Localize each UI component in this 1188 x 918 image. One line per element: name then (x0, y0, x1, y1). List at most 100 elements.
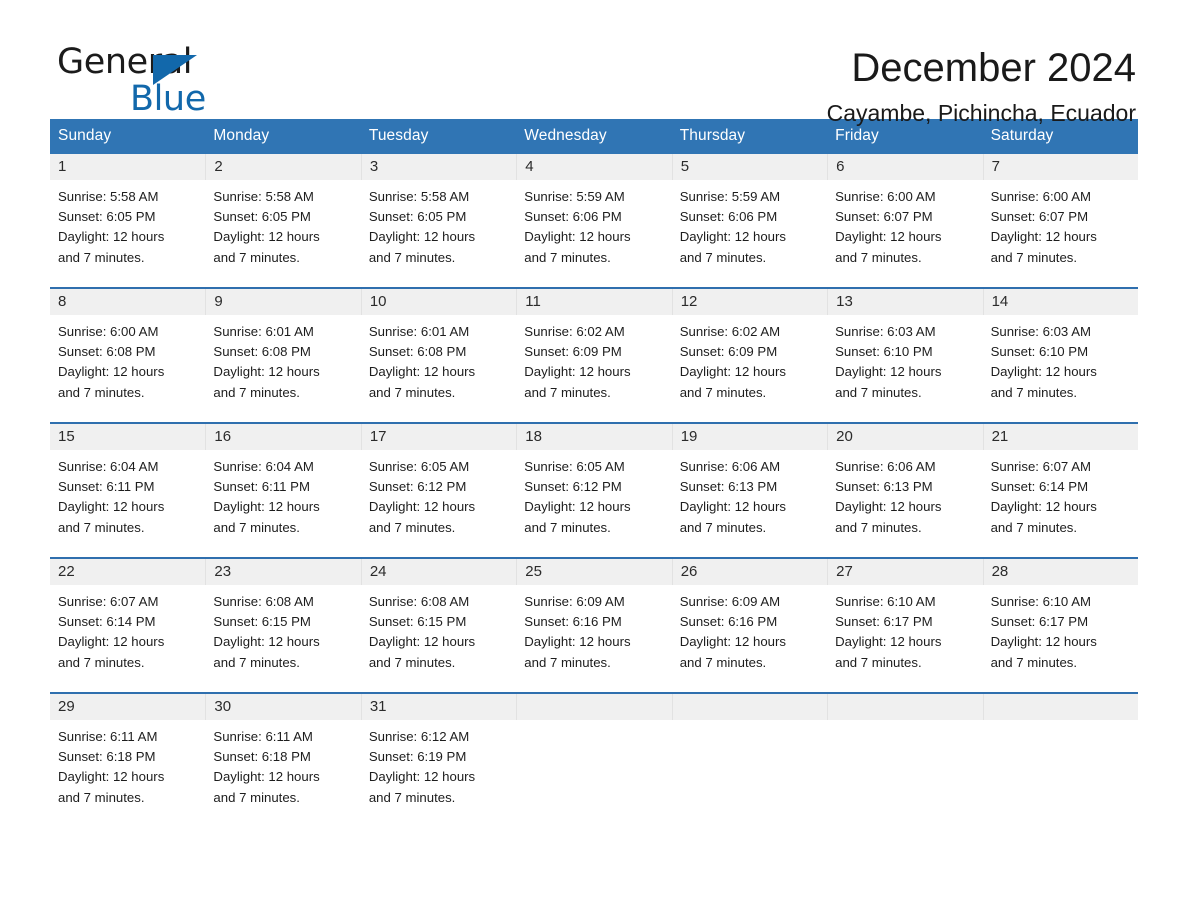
daylight-duration-line2: and 7 minutes. (368, 384, 456, 400)
day-detail-lines: Sunrise: 6:06 AM Sunset: 6:13 PM Daylight:… (827, 450, 982, 538)
calendar-day-cell[interactable]: 2 Sunrise: 5:58 AM Sunset: 6:05 PM Daylight… (205, 154, 361, 287)
day-number: 30 (214, 698, 232, 715)
sunset-time: Sunset: 6:15 PM (213, 614, 311, 630)
calendar-day-cell[interactable]: 6 Sunrise: 6:00 AM Sunset: 6:07 PM Daylight… (827, 154, 983, 287)
day-detail-lines: Sunrise: 5:59 AM Sunset: 6:06 PM Daylight:… (516, 180, 671, 268)
day-detail-lines (516, 720, 671, 727)
day-number-band (671, 694, 828, 720)
calendar-day-cell[interactable]: 27 Sunrise: 6:10 AM Sunset: 6:17 PM Dayligh… (827, 559, 983, 692)
daylight-duration-line2: and 7 minutes. (213, 249, 300, 265)
day-number-band: 10 (360, 289, 517, 315)
daylight-duration-line1: Daylight: 12 hours (679, 499, 786, 515)
calendar-day-cell[interactable]: 20 Sunrise: 6:06 AM Sunset: 6:13 PM Dayligh… (827, 424, 983, 557)
day-detail-lines: Sunrise: 6:00 AM Sunset: 6:07 PM Daylight:… (827, 180, 982, 268)
day-number-band: 23 (205, 559, 361, 585)
sunset-time: Sunset: 6:08 PM (58, 344, 156, 360)
sunrise-time: Sunrise: 6:05 AM (368, 459, 470, 474)
day-number-band: 28 (982, 559, 1138, 585)
daylight-duration-line1: Daylight: 12 hours (679, 229, 786, 245)
calendar-day-cell[interactable]: 26 Sunrise: 6:09 AM Sunset: 6:16 PM Dayligh… (671, 559, 828, 692)
sunset-time: Sunset: 6:12 PM (368, 479, 467, 495)
title-block: December 2024 Cayambe, Pichincha, Ecuado… (827, 45, 1136, 126)
calendar-day-cell[interactable]: 13 Sunrise: 6:03 AM Sunset: 6:10 PM Dayligh… (827, 289, 983, 422)
sunrise-time: Sunrise: 6:00 AM (58, 324, 159, 339)
sunset-time: Sunset: 6:05 PM (58, 209, 156, 225)
day-number-band: 30 (205, 694, 361, 720)
daylight-duration-line1: Daylight: 12 hours (368, 499, 476, 515)
calendar-day-cell[interactable]: 28 Sunrise: 6:10 AM Sunset: 6:17 PM Dayligh… (982, 559, 1138, 692)
weekday-header-sunday: Sunday (58, 127, 112, 144)
daylight-duration-line2: and 7 minutes. (524, 654, 611, 670)
calendar-day-cell[interactable]: 24 Sunrise: 6:08 AM Sunset: 6:15 PM Dayligh… (360, 559, 517, 692)
general-blue-logo[interactable]: General Blue (57, 45, 257, 121)
day-number: 8 (58, 293, 67, 310)
page-masthead: General Blue December 2024 Cayambe, Pich… (0, 0, 1188, 126)
day-detail-lines: Sunrise: 6:04 AM Sunset: 6:11 PM Daylight:… (205, 450, 360, 538)
day-detail-lines: Sunrise: 6:02 AM Sunset: 6:09 PM Daylight:… (516, 315, 671, 403)
calendar-day-cell[interactable]: 5 Sunrise: 5:59 AM Sunset: 6:06 PM Daylight… (671, 154, 828, 287)
calendar-day-cell[interactable]: 1 Sunrise: 5:58 AM Sunset: 6:05 PM Daylight… (50, 154, 206, 287)
daylight-duration-line2: and 7 minutes. (368, 654, 456, 670)
calendar-day-cell[interactable]: 9 Sunrise: 6:01 AM Sunset: 6:08 PM Daylight… (205, 289, 361, 422)
sunset-time: Sunset: 6:14 PM (990, 479, 1089, 495)
calendar-day-cell[interactable]: 18 Sunrise: 6:05 AM Sunset: 6:12 PM Dayligh… (516, 424, 672, 557)
sunrise-time: Sunrise: 5:58 AM (213, 189, 314, 204)
calendar-day-cell-empty (671, 694, 828, 827)
day-number-band (827, 694, 983, 720)
daylight-duration-line1: Daylight: 12 hours (213, 499, 320, 515)
day-detail-lines: Sunrise: 5:58 AM Sunset: 6:05 PM Daylight:… (50, 180, 205, 268)
day-number-band: 24 (360, 559, 517, 585)
day-number-band (516, 694, 672, 720)
day-detail-lines: Sunrise: 6:07 AM Sunset: 6:14 PM Daylight:… (983, 450, 1138, 538)
calendar-day-cell[interactable]: 4 Sunrise: 5:59 AM Sunset: 6:06 PM Daylight… (516, 154, 672, 287)
daylight-duration-line1: Daylight: 12 hours (990, 229, 1097, 245)
sunrise-time: Sunrise: 6:10 AM (990, 594, 1091, 609)
sunrise-time: Sunrise: 6:00 AM (835, 189, 936, 204)
sunrise-time: Sunrise: 6:07 AM (58, 594, 159, 609)
daylight-duration-line1: Daylight: 12 hours (835, 364, 942, 380)
day-number-band: 15 (50, 424, 206, 450)
daylight-duration-line2: and 7 minutes. (990, 654, 1078, 670)
sunset-time: Sunset: 6:19 PM (368, 749, 467, 765)
calendar-day-cell[interactable]: 25 Sunrise: 6:09 AM Sunset: 6:16 PM Dayligh… (516, 559, 672, 692)
weekday-header-row: Sunday Monday Tuesday Wednesday Thursday… (50, 119, 1138, 154)
day-detail-lines (827, 720, 982, 727)
daylight-duration-line1: Daylight: 12 hours (524, 634, 631, 650)
calendar-day-cell[interactable]: 8 Sunrise: 6:00 AM Sunset: 6:08 PM Daylight… (50, 289, 206, 422)
day-detail-lines: Sunrise: 6:11 AM Sunset: 6:18 PM Daylight:… (50, 720, 205, 808)
calendar-day-cell[interactable]: 23 Sunrise: 6:08 AM Sunset: 6:15 PM Dayligh… (205, 559, 361, 692)
day-number-band: 11 (516, 289, 672, 315)
calendar-day-cell[interactable]: 15 Sunrise: 6:04 AM Sunset: 6:11 PM Dayligh… (50, 424, 206, 557)
daylight-duration-line1: Daylight: 12 hours (990, 499, 1097, 515)
daylight-duration-line2: and 7 minutes. (58, 789, 145, 805)
calendar-day-cell[interactable]: 3 Sunrise: 5:58 AM Sunset: 6:05 PM Daylight… (360, 154, 517, 287)
calendar-day-cell[interactable]: 21 Sunrise: 6:07 AM Sunset: 6:14 PM Dayligh… (982, 424, 1138, 557)
daylight-duration-line2: and 7 minutes. (524, 249, 611, 265)
calendar-day-cell[interactable]: 17 Sunrise: 6:05 AM Sunset: 6:12 PM Dayligh… (360, 424, 517, 557)
day-detail-lines: Sunrise: 6:01 AM Sunset: 6:08 PM Daylight:… (205, 315, 360, 403)
daylight-duration-line1: Daylight: 12 hours (524, 499, 631, 515)
calendar-day-cell[interactable]: 14 Sunrise: 6:03 AM Sunset: 6:10 PM Dayligh… (982, 289, 1138, 422)
day-number: 6 (836, 158, 845, 175)
daylight-duration-line2: and 7 minutes. (58, 519, 145, 535)
day-detail-lines: Sunrise: 6:09 AM Sunset: 6:16 PM Daylight:… (516, 585, 671, 673)
calendar-day-cell[interactable]: 22 Sunrise: 6:07 AM Sunset: 6:14 PM Dayligh… (50, 559, 206, 692)
calendar-day-cell[interactable]: 12 Sunrise: 6:02 AM Sunset: 6:09 PM Dayligh… (671, 289, 828, 422)
calendar-day-cell[interactable]: 19 Sunrise: 6:06 AM Sunset: 6:13 PM Dayligh… (671, 424, 828, 557)
calendar-day-cell[interactable]: 30 Sunrise: 6:11 AM Sunset: 6:18 PM Dayligh… (205, 694, 361, 827)
sunrise-time: Sunrise: 6:00 AM (990, 189, 1091, 204)
calendar-day-cell[interactable]: 10 Sunrise: 6:01 AM Sunset: 6:08 PM Dayligh… (360, 289, 517, 422)
daylight-duration-line2: and 7 minutes. (368, 789, 456, 805)
day-number-band: 17 (360, 424, 517, 450)
sunset-time: Sunset: 6:10 PM (990, 344, 1089, 360)
daylight-duration-line2: and 7 minutes. (213, 384, 300, 400)
calendar-day-cell[interactable]: 11 Sunrise: 6:02 AM Sunset: 6:09 PM Dayligh… (516, 289, 672, 422)
sunrise-time: Sunrise: 6:12 AM (368, 729, 470, 744)
daylight-duration-line2: and 7 minutes. (524, 519, 611, 535)
calendar-day-cell[interactable]: 31 Sunrise: 6:12 AM Sunset: 6:19 PM Dayligh… (360, 694, 517, 827)
day-number: 7 (991, 158, 1000, 175)
calendar-day-cell[interactable]: 29 Sunrise: 6:11 AM Sunset: 6:18 PM Dayligh… (50, 694, 206, 827)
calendar-day-cell[interactable]: 16 Sunrise: 6:04 AM Sunset: 6:11 PM Dayligh… (205, 424, 361, 557)
sunrise-time: Sunrise: 6:08 AM (213, 594, 314, 609)
calendar-day-cell[interactable]: 7 Sunrise: 6:00 AM Sunset: 6:07 PM Daylight… (982, 154, 1138, 287)
